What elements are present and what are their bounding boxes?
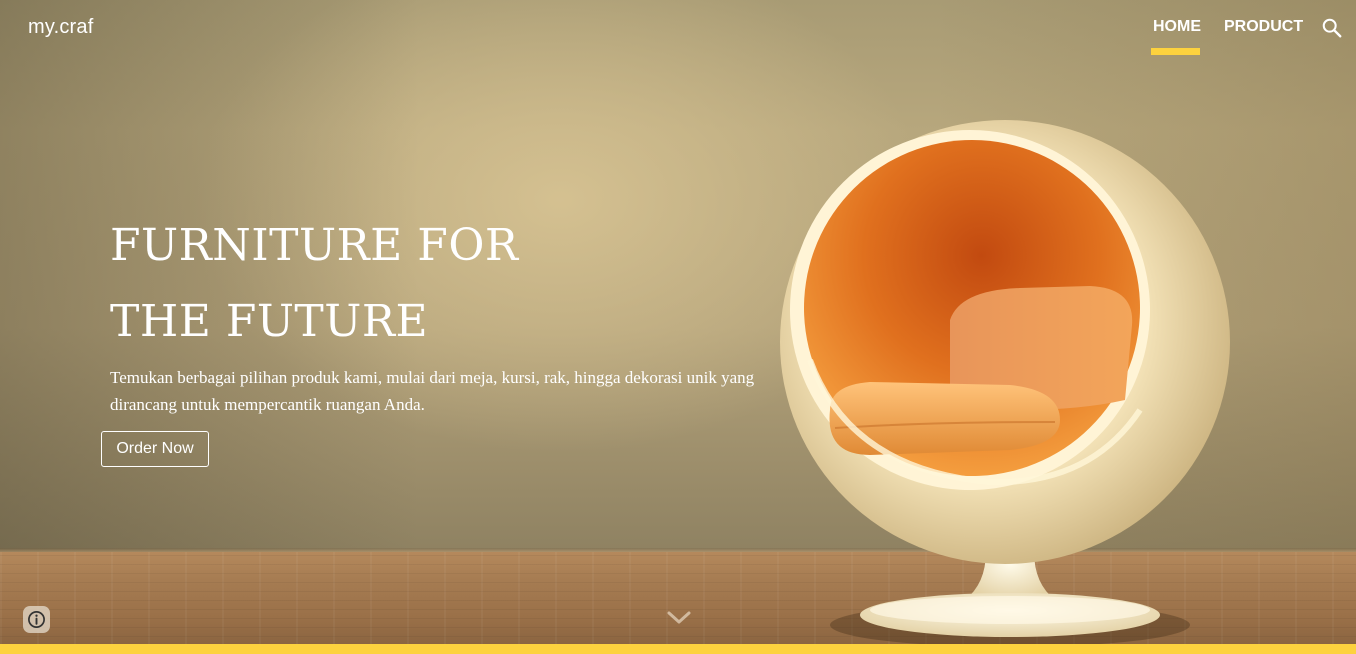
order-now-button[interactable]: Order Now — [101, 431, 209, 467]
brand-logo[interactable]: my.craf — [28, 16, 93, 39]
info-button[interactable] — [23, 606, 50, 633]
info-icon — [28, 611, 45, 628]
chevron-down-icon — [667, 611, 691, 624]
hero-section: my.craf HOME PRODUCT FURNITURE FOR THE F… — [0, 0, 1356, 654]
hero-headline-line1: FURNITURE FOR — [110, 220, 519, 271]
hero-description: Temukan berbagai pilihan produk kami, mu… — [110, 368, 755, 414]
nav-product[interactable]: PRODUCT — [1224, 18, 1303, 36]
accent-bar — [0, 644, 1356, 654]
ball-chair-image — [780, 120, 1230, 647]
search-icon — [1322, 18, 1342, 38]
nav-active-indicator — [1151, 48, 1200, 55]
nav-home[interactable]: HOME — [1153, 18, 1201, 36]
hero-headline-line2: THE FUTURE — [110, 296, 429, 347]
hero-headline: FURNITURE FOR THE FUTURE — [110, 208, 670, 360]
search-button[interactable] — [1321, 17, 1343, 39]
scroll-down-button[interactable] — [666, 608, 692, 626]
